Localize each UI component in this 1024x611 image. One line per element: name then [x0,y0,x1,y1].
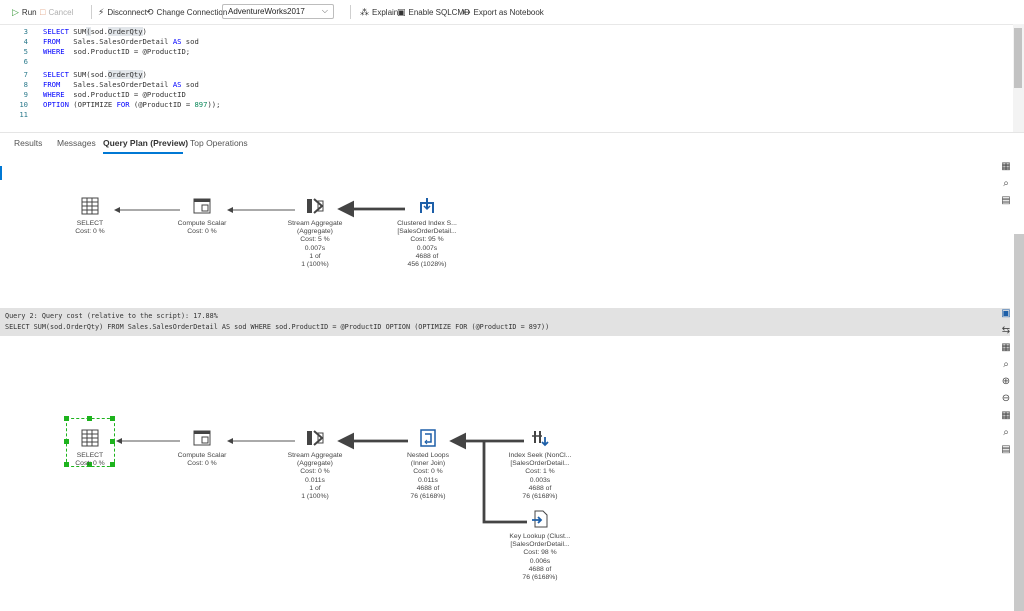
plan2-lookup-label: Key Lookup (Clust... [SalesOrderDetail..… [509,533,570,582]
properties-icon[interactable]: ▤ [1000,444,1012,456]
node-time: 0.011s [305,476,325,484]
selection-handle[interactable] [110,416,115,421]
plan1-select-label: SELECT Cost: 0 % [75,220,104,236]
node-cost: Cost: 0 % [75,228,105,236]
node-subtitle: [SalesOrderDetail... [510,541,570,549]
node-rows: 4688 of [528,565,552,573]
key-lookup-icon[interactable] [530,509,550,529]
node-cost: Cost: 0 % [187,228,217,236]
node-estimate: 456 (1028%) [407,261,447,269]
find-node-icon[interactable]: ⌕ [1000,427,1012,439]
plan-scrollbar-thumb[interactable] [1014,234,1024,611]
selection-handle[interactable] [64,462,69,467]
node-time: 0.006s [529,557,551,565]
node-title: Nested Loops [407,452,449,459]
node-cost: Cost: 0 % [300,468,330,476]
zoom-out-icon[interactable]: ⊖ [1000,393,1012,405]
zoom-in-icon[interactable]: ⊕ [1000,376,1012,388]
select-operator-icon[interactable] [80,428,100,448]
node-rows: 1 of [309,484,321,492]
properties-icon[interactable]: ▤ [1000,195,1012,207]
node-estimate: 76 (6168%) [522,574,558,582]
search-icon[interactable]: ⌕ [1000,359,1012,371]
node-time: 0.003s [529,476,551,484]
node-cost: Cost: 95 % [410,236,444,244]
node-cost: Cost: 5 % [300,236,330,244]
selection-handle[interactable] [110,439,115,444]
compute-scalar-icon[interactable] [192,196,212,216]
node-title: SELECT [76,452,104,459]
node-estimate: 1 (100%) [301,493,329,501]
plan2-loops-label: Nested Loops (Inner Join) Cost: 0 % 0.01… [407,452,449,501]
node-subtitle: [SalesOrderDetail... [397,228,457,236]
node-time: 0.011s [418,476,438,484]
clustered-index-scan-icon[interactable] [417,195,437,215]
node-estimate: 76 (6168%) [522,493,558,501]
node-title: Index Seek (NonCl... [508,452,572,459]
save-icon[interactable]: ▣ [1000,308,1012,320]
node-cost: Cost: 0 % [413,468,443,476]
selection-handle[interactable] [110,462,115,467]
plan2-seek-label: Index Seek (NonCl... [SalesOrderDetail..… [509,452,572,501]
open-xml-icon[interactable]: ⇆ [1000,325,1012,337]
search-icon[interactable]: ⌕ [1000,178,1012,190]
nested-loops-icon[interactable] [418,428,438,448]
node-title: Stream Aggregate [287,452,343,459]
node-rows: 4688 of [528,484,552,492]
index-seek-icon[interactable] [530,428,550,448]
selection-handle[interactable] [64,416,69,421]
node-title: Clustered Index S... [397,220,457,227]
stream-aggregate-icon[interactable] [305,428,325,448]
node-cost: Cost: 98 % [523,549,557,557]
selection-handle[interactable] [87,416,92,421]
open-query-icon[interactable]: ▦ [1000,342,1012,354]
plan1-aggregate-label: Stream Aggregate (Aggregate) Cost: 5 % 0… [288,220,343,269]
plan2-select-label: SELECT Cost: 0 % [75,452,104,468]
editor-scrollbar-thumb[interactable] [1014,28,1022,88]
query2-sql-text: SELECT SUM(sod.OrderQty) FROM Sales.Sale… [5,323,550,331]
node-time: 0.007s [304,244,326,252]
node-rows: 4688 of [416,484,440,492]
node-cost: Cost: 1 % [525,468,555,476]
node-subtitle: (Inner Join) [410,460,446,468]
plan1-scan-label: Clustered Index S... [SalesOrderDetail..… [397,220,457,269]
node-rows: 4688 of [415,252,439,260]
plan2-aggregate-label: Stream Aggregate (Aggregate) Cost: 0 % 0… [288,452,343,501]
select-operator-icon[interactable] [80,196,100,216]
node-time: 0.007s [416,244,438,252]
query2-cost-text: Query 2: Query cost (relative to the scr… [5,312,218,320]
plan1-compute-label: Compute Scalar Cost: 0 % [178,220,227,236]
node-subtitle: (Aggregate) [297,460,333,468]
node-subtitle: [SalesOrderDetail... [510,460,570,468]
node-estimate: 1 (100%) [301,261,329,269]
node-cost: Cost: 0 % [187,460,217,468]
selection-handle[interactable] [64,439,69,444]
node-subtitle: (Aggregate) [297,228,333,236]
node-title: Key Lookup (Clust... [509,533,571,540]
stream-aggregate-icon[interactable] [305,196,325,216]
save-plan-icon[interactable]: ▦ [1000,161,1012,173]
node-title: Stream Aggregate [287,220,343,227]
plan2-compute-label: Compute Scalar Cost: 0 % [178,452,227,468]
node-rows: 1 of [309,252,321,260]
zoom-to-fit-icon[interactable]: ▦ [1000,410,1012,422]
node-cost: Cost: 0 % [75,460,105,468]
compute-scalar-icon[interactable] [192,428,212,448]
node-estimate: 76 (6168%) [410,493,446,501]
node-title: Compute Scalar [177,220,227,227]
node-title: Compute Scalar [177,452,227,459]
query2-header: Query 2: Query cost (relative to the scr… [0,308,1010,336]
plan-edges [114,200,527,524]
node-title: SELECT [76,220,104,227]
